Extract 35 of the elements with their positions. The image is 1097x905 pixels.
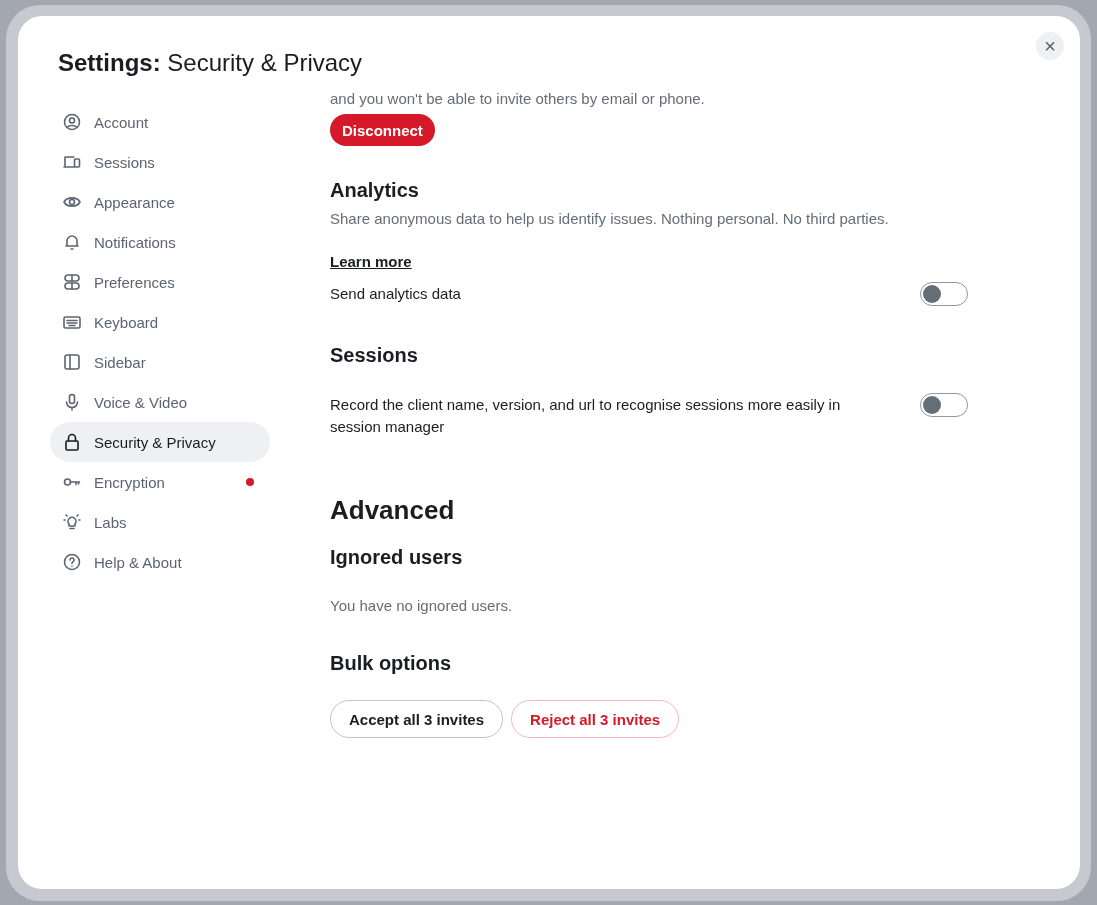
section-heading: Analytics: [330, 178, 419, 203]
learn-more-link[interactable]: Learn more: [330, 253, 412, 270]
close-button[interactable]: ×: [1036, 32, 1064, 60]
sidebar-item[interactable]: Sessions: [50, 142, 270, 182]
sidebar-item[interactable]: Appearance: [50, 182, 270, 222]
sidebar-item[interactable]: Help & About: [50, 542, 270, 582]
subsection-heading: Ignored users: [330, 545, 463, 570]
sidebar-item[interactable]: Labs: [50, 502, 270, 542]
lightbulb-icon: [62, 512, 82, 532]
disconnect-button[interactable]: Disconnect: [330, 114, 435, 146]
sidebar-item[interactable]: Preferences: [50, 262, 270, 302]
accept-invites-button[interactable]: Accept all 3 invites: [330, 700, 504, 738]
dialog-title: Settings: Security & Privacy: [58, 48, 364, 78]
empty-state-text: You have no ignored users.: [330, 596, 513, 616]
subsection-heading: Bulk options: [330, 651, 452, 676]
description-text: Share anonymous data to help us identify issues. Nothing personal. No third parties.: [330, 209, 889, 229]
sidebar-item[interactable]: Security & Privacy: [50, 422, 270, 462]
help-icon: [62, 552, 82, 572]
sidebar-item[interactable]: Voice & Video: [50, 382, 270, 422]
section-heading: Sessions: [330, 343, 418, 368]
setting-label: Send analytics data: [330, 284, 461, 304]
toggles-icon: [62, 272, 82, 292]
reject-invites-button[interactable]: Reject all 3 invites: [511, 700, 680, 738]
sidebar-icon: [62, 352, 82, 372]
bell-icon: [62, 232, 82, 252]
sidebar-item[interactable]: Notifications: [50, 222, 270, 262]
section-heading: Advanced: [330, 494, 455, 526]
lock-icon: [62, 432, 82, 452]
description-text: and you won't be able to invite others by email or phone.: [330, 90, 705, 108]
setting-label: Record the client name, version, and url to recognise sessions more easily in session manager: [330, 395, 842, 437]
sidebar-item[interactable]: Sidebar: [50, 342, 270, 382]
sidebar-item[interactable]: Account: [50, 102, 270, 142]
sidebar-item[interactable]: Keyboard: [50, 302, 270, 342]
user-circle-icon: [62, 112, 82, 132]
sidebar-item[interactable]: Encryption: [50, 462, 270, 502]
